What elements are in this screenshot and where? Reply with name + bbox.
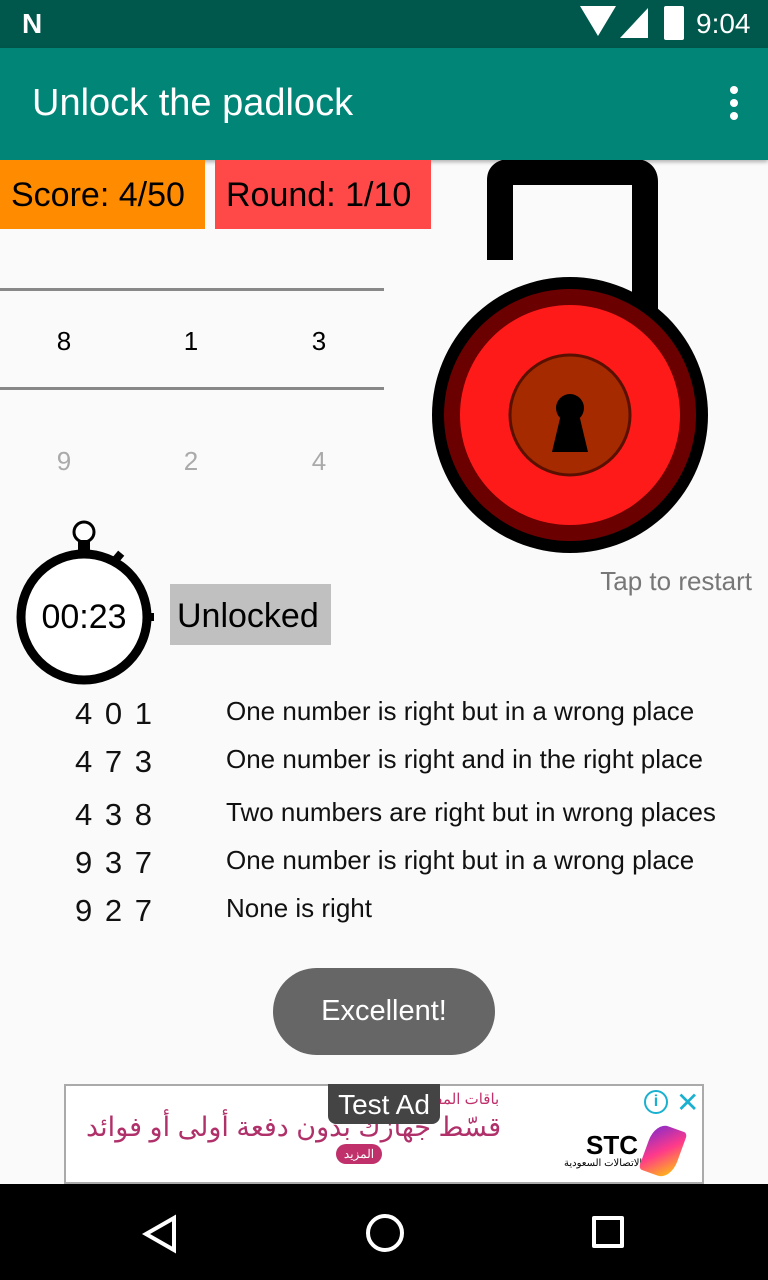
wifi-icon (580, 6, 616, 36)
picker-divider (0, 387, 384, 390)
overflow-menu-icon[interactable] (730, 86, 738, 125)
recents-icon[interactable] (592, 1216, 624, 1248)
ad-brand-logo: STC (586, 1130, 638, 1160)
clue-numbers: 9 3 7 (75, 845, 154, 880)
picker-divider (0, 288, 384, 291)
navigation-bar (0, 1184, 768, 1280)
picker-below-2[interactable]: 2 (161, 446, 221, 477)
clue-numbers: 9 2 7 (75, 893, 154, 928)
ad-brand-sub: الاتصالات السعودية (564, 1158, 643, 1169)
padlock-icon[interactable] (420, 160, 720, 560)
picker-selected-3[interactable]: 3 (289, 326, 349, 357)
tap-to-restart-link[interactable]: Tap to restart (600, 566, 752, 597)
clue-hint: One number is right and in the right pla… (226, 744, 703, 774)
lock-status-label: Unlocked (170, 584, 331, 645)
timer-value: 00:23 (41, 598, 127, 636)
clue-numbers: 4 0 1 (75, 696, 154, 731)
back-icon[interactable] (140, 1214, 180, 1254)
clue-hint: One number is right but in a wrong place (226, 845, 695, 875)
clue-numbers: 4 7 3 (75, 744, 154, 779)
test-ad-badge: Test Ad (328, 1084, 440, 1124)
picker-below-1[interactable]: 9 (34, 446, 94, 477)
signal-icon (620, 8, 648, 38)
score-badge: Score: 4/50 (0, 160, 205, 229)
toast-message: Excellent! (273, 968, 495, 1055)
app-bar: Unlock the padlock (0, 48, 768, 160)
app-title: Unlock the padlock (32, 82, 354, 124)
picker-selected-1[interactable]: 8 (34, 326, 94, 357)
clue-hint: One number is right but in a wrong place (226, 696, 695, 726)
status-bar: N 9:04 (0, 0, 768, 48)
notification-n-icon: N (22, 8, 43, 39)
ad-info-icon[interactable]: i (644, 1090, 668, 1114)
clue-numbers: 4 3 8 (75, 797, 154, 832)
ad-close-icon[interactable]: ✕ (676, 1086, 699, 1119)
clock: 9:04 (696, 8, 751, 39)
clue-hint: None is right (226, 893, 372, 923)
brand-swirl-icon (638, 1121, 688, 1181)
ad-cta-button[interactable]: المزيد (336, 1144, 382, 1164)
picker-below-3[interactable]: 4 (289, 446, 349, 477)
battery-icon (664, 6, 684, 40)
home-icon[interactable] (366, 1214, 404, 1252)
picker-selected-2[interactable]: 1 (161, 326, 221, 357)
clue-hint: Two numbers are right but in wrong place… (226, 797, 716, 827)
round-badge: Round: 1/10 (215, 160, 431, 229)
